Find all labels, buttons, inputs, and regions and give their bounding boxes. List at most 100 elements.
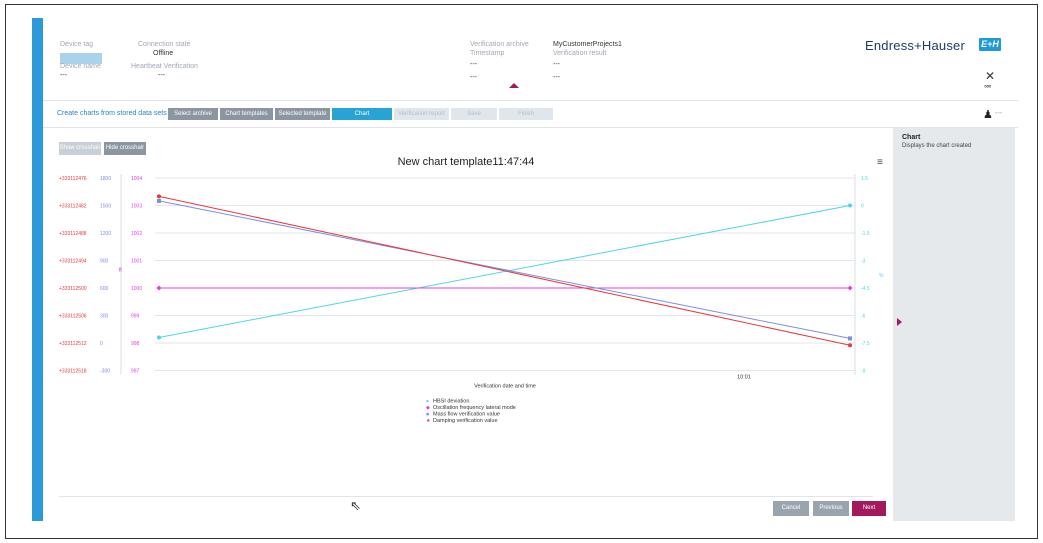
y-tick-label: +333112500 — [59, 286, 87, 292]
y-tick-label: 1800 — [100, 176, 111, 182]
footer-divider — [59, 496, 873, 497]
y-axis-label: ft — [119, 268, 122, 274]
verification-result-value: --- — [553, 61, 560, 68]
step-verification-report[interactable]: Verification report — [394, 108, 449, 120]
series-line — [158, 195, 851, 346]
legend-item: Oscillation frequency lateral mode — [433, 405, 516, 411]
y-tick-label: 600 — [100, 286, 109, 292]
chart-content: Show crosshair Hide crosshair New chart … — [43, 128, 889, 521]
close-icon[interactable]: ✕ — [985, 69, 995, 83]
brand-logo-icon: E+H — [979, 38, 1001, 51]
step-chart[interactable]: Chart — [332, 108, 392, 120]
side-panel-description: Displays the chart created — [902, 143, 972, 149]
user-menu-dots[interactable]: --- — [995, 110, 1002, 117]
legend-marker: ◆ — [426, 405, 430, 411]
y-tick-label: 1500 — [100, 204, 111, 210]
step-save[interactable]: Save — [451, 108, 497, 120]
chart-menu-icon[interactable]: ≡ — [877, 157, 883, 168]
connection-state-value: Offline — [153, 50, 174, 57]
verification-archive-value: MyCustomerProjects1 — [553, 41, 622, 48]
verification-result-label: Verification result — [553, 50, 607, 57]
y-tick-label: +333112476 — [59, 176, 87, 182]
step-finish[interactable]: Finish — [499, 108, 553, 120]
step-selected-template[interactable]: Selected template — [275, 108, 330, 120]
legend-item: HBSI deviation — [433, 399, 469, 405]
show-crosshair-button[interactable]: Show crosshair — [59, 142, 101, 155]
hide-crosshair-button[interactable]: Hide crosshair — [104, 142, 146, 155]
device-header: Device tag Device name --- Connection st… — [43, 18, 1018, 100]
y-tick-label: +333112518 — [59, 369, 87, 375]
y-tick-label: +333112494 — [59, 259, 87, 265]
y-tick-label: 1000 — [131, 286, 142, 292]
data-point — [156, 285, 162, 291]
data-point — [157, 335, 161, 340]
y-tick-label: -7.5 — [861, 341, 870, 347]
y-tick-label: -6 — [861, 314, 866, 320]
legend-marker: ● — [426, 399, 429, 405]
legend-item: Mass flow verification value — [433, 412, 500, 418]
cancel-button[interactable]: Cancel — [773, 501, 809, 516]
y-tick-label: -1.5 — [861, 231, 870, 237]
side-panel-title: Chart — [902, 134, 921, 141]
x-axis-label: Verification date and time — [474, 384, 536, 390]
y-tick-label: 1200 — [100, 231, 111, 237]
wizard-steps: Create charts from stored data sets Sele… — [43, 100, 1018, 128]
y-tick-label: 998 — [131, 341, 140, 347]
data-point — [848, 336, 852, 341]
y-tick-label: 1002 — [131, 231, 142, 237]
y-tick-label: +333112506 — [59, 314, 87, 320]
data-point — [848, 203, 852, 208]
legend-marker: ★ — [426, 418, 431, 424]
timestamp-label: Timestamp — [470, 50, 505, 57]
y-tick-label: 0 — [861, 204, 864, 210]
step-select-archive[interactable]: Select archive — [168, 108, 218, 120]
previous-button[interactable]: Previous — [813, 501, 849, 516]
extra-value-2: --- — [553, 74, 560, 81]
data-point — [157, 194, 161, 199]
wizard-title: Create charts from stored data sets — [57, 110, 167, 117]
y-tick-label: -9 — [861, 369, 866, 375]
y-tick-label: 300 — [100, 314, 109, 320]
expand-panel-icon[interactable] — [897, 318, 902, 326]
y-tick-label: 1004 — [131, 176, 142, 182]
mouse-cursor-icon: ⇖ — [350, 498, 361, 513]
connection-nodes-icon[interactable]: °°° — [984, 84, 992, 93]
data-point — [848, 343, 852, 348]
help-side-panel: Chart Displays the chart created — [893, 128, 1015, 521]
legend-item: Damping verification value — [433, 418, 498, 424]
y-tick-label: 0 — [100, 341, 103, 347]
y-tick-label: 1003 — [131, 204, 142, 210]
extra-value-1: --- — [470, 74, 477, 81]
user-icon[interactable]: ♟ — [983, 108, 993, 121]
y-tick-label: -4.5 — [861, 286, 870, 292]
step-chart-templates[interactable]: Chart templates — [220, 108, 273, 120]
y-tick-label: +333112512 — [59, 341, 87, 347]
heartbeat-label: Heartbeat Verification — [131, 63, 198, 70]
brand-name: Endress+Hauser — [865, 38, 965, 53]
y-axis-label: % — [879, 273, 884, 279]
device-tag-label: Device tag — [60, 41, 94, 48]
verification-archive-label: Verification archive — [470, 41, 529, 48]
heartbeat-value: --- — [158, 72, 165, 79]
y-tick-label: +333112482 — [59, 204, 87, 210]
next-button[interactable]: Next — [852, 501, 886, 516]
device-name-value: --- — [60, 72, 67, 79]
y-tick-label: 997 — [131, 369, 140, 375]
collapse-header-icon[interactable] — [509, 83, 519, 88]
data-point — [157, 198, 161, 203]
legend-marker: ■ — [426, 412, 429, 418]
y-tick-label: 900 — [100, 259, 109, 265]
x-tick-label: 10:01 — [737, 375, 751, 381]
device-name-label: Device name — [60, 63, 101, 70]
y-tick-label: -3 — [861, 259, 866, 265]
y-tick-label: 1.5 — [861, 176, 868, 182]
y-tick-label: +333112488 — [59, 231, 87, 237]
connection-state-label: Connection state — [138, 41, 191, 48]
y-tick-label: -300 — [100, 369, 110, 375]
chart-title: New chart template11:47:44 — [397, 156, 535, 168]
y-tick-label: 999 — [131, 314, 140, 320]
accent-bar — [32, 18, 43, 521]
timestamp-value: --- — [470, 61, 477, 68]
line-chart: +333112476 +333112482 +333112488 +333112494… — [59, 174, 884, 424]
y-tick-label: 1001 — [131, 259, 142, 265]
